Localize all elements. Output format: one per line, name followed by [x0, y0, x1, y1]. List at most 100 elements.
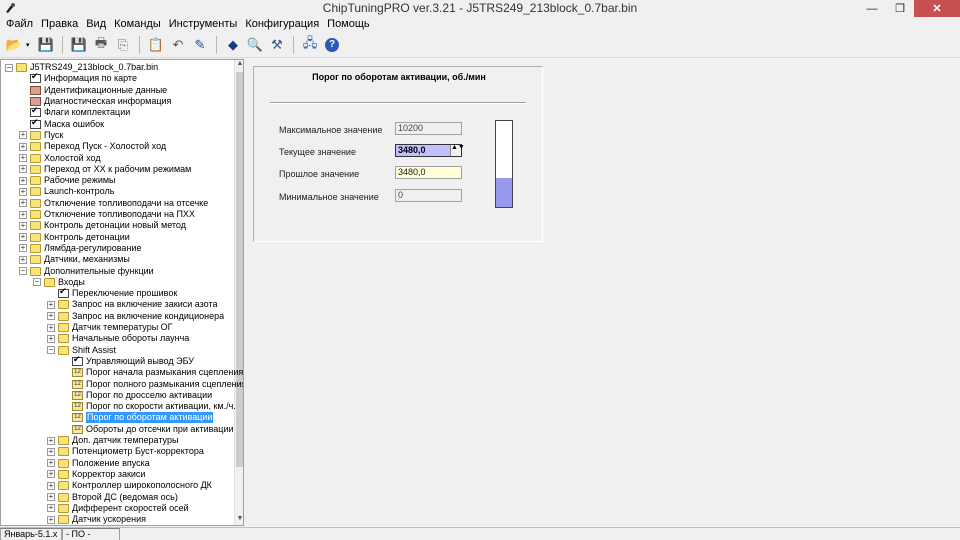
tree-item[interactable]: + Launch-контроль: [19, 186, 114, 197]
expand-icon[interactable]: +: [47, 312, 55, 321]
tools-button[interactable]: ⚒: [267, 35, 287, 55]
tree-item[interactable]: 12 Порог по оборотам активации: [61, 412, 214, 424]
tree-item[interactable]: + Контроль детонации: [19, 232, 130, 243]
search-button[interactable]: 🔍: [245, 35, 265, 55]
tree-scrollbar[interactable]: ▲ ▼: [234, 60, 243, 525]
paste-button[interactable]: 📋: [146, 35, 166, 55]
scroll-thumb[interactable]: [236, 72, 243, 467]
tree-item[interactable]: + Второй ДС (ведомая ось): [47, 491, 178, 502]
tree-item[interactable]: + Пуск: [19, 130, 63, 141]
tree-item[interactable]: + Корректор закиси: [47, 469, 145, 480]
menu-commands[interactable]: Команды: [110, 17, 165, 32]
tree-item[interactable]: + Запрос на включение закиси азота: [47, 299, 218, 310]
restore-button[interactable]: ❐: [886, 0, 914, 17]
close-button[interactable]: ✕: [914, 0, 960, 17]
tree-item[interactable]: + Рабочие режимы: [19, 175, 116, 186]
scroll-up-icon[interactable]: ▲: [235, 60, 243, 70]
tree-item[interactable]: + Переход от ХХ к рабочим режимам: [19, 164, 191, 175]
expand-icon[interactable]: +: [47, 436, 55, 445]
collapse-icon[interactable]: −: [19, 267, 27, 276]
tree-item[interactable]: + Контроллер широкополосного ДК: [47, 480, 212, 491]
expand-icon[interactable]: +: [19, 199, 27, 208]
expand-icon[interactable]: +: [19, 165, 27, 174]
prev-value-field: 3480,0: [395, 166, 462, 179]
tree-item[interactable]: + Холостой ход: [19, 152, 101, 163]
copy-button[interactable]: ⎘: [113, 35, 133, 55]
menu-edit[interactable]: Правка: [37, 17, 82, 32]
tree-item[interactable]: + Запрос на включение кондиционера: [47, 311, 224, 322]
expand-icon[interactable]: +: [19, 221, 27, 230]
save-as-button[interactable]: 💾: [69, 35, 89, 55]
open-dropdown-icon[interactable]: ▾: [26, 41, 34, 49]
minimize-button[interactable]: —: [858, 0, 886, 17]
help-button[interactable]: ?: [322, 35, 342, 55]
expand-icon[interactable]: +: [47, 493, 55, 502]
collapse-icon[interactable]: −: [5, 63, 13, 72]
scroll-down-icon[interactable]: ▼: [235, 515, 243, 525]
menu-help[interactable]: Помощь: [323, 17, 374, 32]
tree-item[interactable]: 12 Порог по скорости активации, км./ч.: [61, 401, 236, 412]
undo-button[interactable]: ↶: [168, 35, 188, 55]
tree-panel[interactable]: ▲ ▼ − J5TRS249_213block_0.7bar.binИнформа…: [0, 59, 244, 526]
expand-icon[interactable]: +: [19, 244, 27, 253]
tree-item[interactable]: − Shift Assist: [47, 345, 116, 356]
expand-icon[interactable]: +: [19, 142, 27, 151]
tree-item[interactable]: Диагностическая информация: [19, 96, 171, 107]
expand-icon[interactable]: +: [19, 233, 27, 242]
tree-item[interactable]: + Доп. датчик температуры: [47, 435, 178, 446]
expand-icon[interactable]: +: [19, 210, 27, 219]
spinner-icon[interactable]: ▲▼: [450, 144, 465, 156]
expand-icon[interactable]: +: [47, 459, 55, 468]
tree-item[interactable]: Идентификационные данные: [19, 85, 167, 96]
tree-item[interactable]: + Отключение топливоподачи на ПХХ: [19, 209, 195, 220]
tree-item[interactable]: + Лямбда-регулирование: [19, 243, 141, 254]
tree-item[interactable]: Информация по карте: [19, 71, 137, 84]
tree-item-label: Переключение прошивок: [72, 288, 178, 299]
open-button[interactable]: 📂: [4, 35, 24, 55]
tree-item[interactable]: − Дополнительные функции: [19, 265, 154, 276]
expand-icon[interactable]: +: [19, 154, 27, 163]
tree-item[interactable]: − J5TRS249_213block_0.7bar.bin: [5, 62, 158, 73]
expand-icon[interactable]: +: [47, 470, 55, 479]
save-button[interactable]: 💾: [36, 35, 56, 55]
tree-item[interactable]: 12 Обороты до отсечки при активации: [61, 424, 234, 435]
diamond-button[interactable]: ◆: [223, 35, 243, 55]
tree-item[interactable]: + Потенциометр Буст-корректора: [47, 446, 204, 457]
tree-item[interactable]: + Отключение топливоподачи на отсечке: [19, 198, 208, 209]
connect-button[interactable]: 🖧: [300, 35, 320, 55]
current-value-input[interactable]: 3480,0 ▲▼: [395, 144, 465, 157]
menu-configuration[interactable]: Конфигурация: [241, 17, 323, 32]
tree-item[interactable]: + Контроль детонации новый метод: [19, 220, 186, 231]
tree-item[interactable]: + Датчик температуры ОГ: [47, 322, 173, 333]
tree-item[interactable]: 12 Порог полного размыкания сцепления: [61, 378, 243, 389]
expand-icon[interactable]: +: [47, 323, 55, 332]
tree-item[interactable]: + Дифферент скоростей осей: [47, 503, 189, 514]
expand-icon[interactable]: +: [19, 255, 27, 264]
expand-icon[interactable]: +: [47, 334, 55, 343]
tree-item[interactable]: Управляющий вывод ЭБУ: [61, 354, 194, 367]
tree-item[interactable]: + Датчик ускорения: [47, 514, 146, 525]
expand-icon[interactable]: +: [47, 504, 55, 513]
tree-item[interactable]: 12 Порог по дросселю активации: [61, 390, 212, 401]
tree-item[interactable]: Переключение прошивок: [47, 286, 178, 299]
expand-icon[interactable]: +: [47, 515, 55, 524]
tree-item[interactable]: + Переход Пуск - Холостой ход: [19, 141, 166, 152]
tree-item[interactable]: + Начальные обороты лаунча: [47, 333, 189, 344]
tree-item[interactable]: + Датчики, механизмы: [19, 254, 130, 265]
expand-icon[interactable]: +: [19, 176, 27, 185]
tree-item[interactable]: + Положение впуска: [47, 458, 150, 469]
print-button[interactable]: 🖶: [91, 35, 111, 55]
collapse-icon[interactable]: −: [33, 278, 41, 287]
collapse-icon[interactable]: −: [47, 346, 55, 355]
tree-item[interactable]: 12 Порог начала размыкания сцепления: [61, 367, 243, 378]
expand-icon[interactable]: +: [19, 131, 27, 140]
tree-item[interactable]: Маска ошибок: [19, 117, 104, 130]
expand-icon[interactable]: +: [19, 187, 27, 196]
expand-icon[interactable]: +: [47, 481, 55, 490]
expand-icon[interactable]: +: [47, 300, 55, 309]
menu-view[interactable]: Вид: [82, 17, 110, 32]
edit-button[interactable]: ✎: [190, 35, 210, 55]
menu-tools[interactable]: Инструменты: [165, 17, 242, 32]
expand-icon[interactable]: +: [47, 447, 55, 456]
menu-file[interactable]: Файл: [2, 17, 37, 32]
